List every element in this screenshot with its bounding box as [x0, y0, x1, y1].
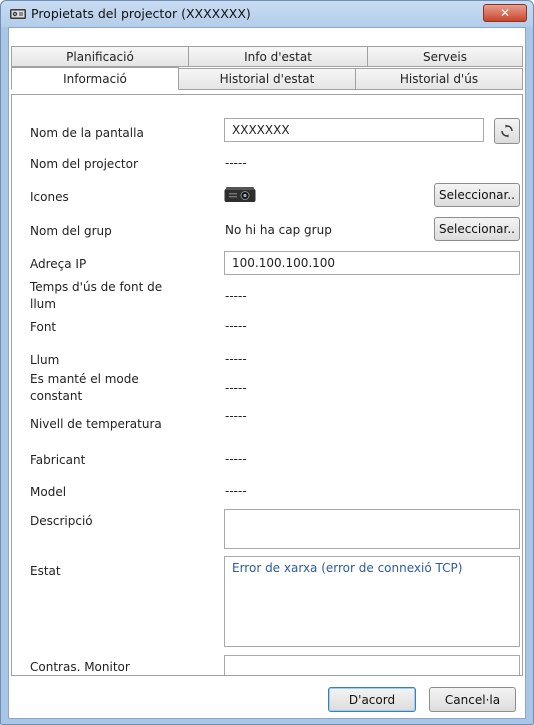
monitor-password-label: Contras. Monitor: [30, 660, 130, 674]
description-label: Descripció: [30, 514, 93, 528]
light-value: -----: [225, 352, 247, 366]
status-textarea[interactable]: Error de xarxa (error de connexió TCP): [224, 556, 520, 647]
projector-name-label: Nom del projector: [30, 157, 138, 171]
model-value: -----: [225, 484, 247, 498]
close-icon: ✕: [499, 6, 511, 20]
tab-serveis[interactable]: Serveis: [367, 46, 523, 67]
source-value: -----: [225, 319, 247, 333]
tab-historial-estat[interactable]: Historial d'estat: [178, 68, 356, 90]
light-hours-label-line2: llum: [30, 297, 56, 311]
tab-informacio[interactable]: Informació: [11, 67, 179, 90]
tab-historial-us[interactable]: Historial d'ús: [355, 68, 523, 90]
information-panel: Nom de la pantalla XXXXXXX Nom del proje…: [11, 94, 523, 676]
ip-address-input[interactable]: 100.100.100.100: [224, 251, 520, 275]
projector-name-value: -----: [225, 156, 247, 170]
tab-planificacio[interactable]: Planificació: [11, 46, 189, 67]
refresh-button[interactable]: [494, 118, 520, 144]
manufacturer-label: Fabricant: [30, 453, 86, 467]
select-group-button[interactable]: Seleccionar..: [434, 217, 520, 241]
tab-info-estat[interactable]: Info d'estat: [188, 46, 368, 67]
constant-mode-label-line1: Es manté el mode: [30, 372, 139, 386]
constant-mode-label-line2: constant: [30, 389, 83, 403]
manufacturer-value: -----: [225, 452, 247, 466]
icons-label: Icones: [30, 190, 69, 204]
projector-icon: [224, 187, 256, 202]
temperature-label: Nivell de temperatura: [30, 417, 162, 431]
refresh-icon: [501, 124, 513, 138]
light-hours-value: -----: [225, 289, 247, 303]
group-name-value: No hi ha cap grup: [225, 223, 332, 237]
title-bar[interactable]: Propietats del projector (XXXXXXX) ✕: [1, 1, 533, 27]
group-name-label: Nom del grup: [30, 224, 112, 238]
select-icon-button[interactable]: Seleccionar..: [434, 183, 520, 207]
light-label: Llum: [30, 353, 60, 367]
temperature-value: -----: [225, 409, 247, 423]
close-button[interactable]: ✕: [483, 4, 527, 22]
constant-mode-value: -----: [225, 381, 247, 395]
source-label: Font: [30, 320, 57, 334]
status-label: Estat: [30, 564, 61, 578]
cancel-button[interactable]: Cancel·la: [429, 687, 516, 712]
description-input[interactable]: [224, 509, 520, 549]
ip-address-label: Adreça IP: [30, 257, 87, 271]
window-title: Propietats del projector (XXXXXXX): [31, 6, 251, 21]
properties-dialog: Propietats del projector (XXXXXXX) ✕ Pla…: [0, 0, 534, 725]
dialog-content: Planificació Info d'estat Serveis Inform…: [8, 27, 526, 719]
light-hours-label-line1: Temps d'ús de font de: [30, 280, 163, 294]
projector-app-icon: [10, 9, 26, 19]
monitor-password-input[interactable]: [224, 655, 520, 675]
display-name-input[interactable]: XXXXXXX: [224, 118, 484, 142]
model-label: Model: [30, 485, 67, 499]
display-name-label: Nom de la pantalla: [30, 126, 144, 140]
ok-button[interactable]: D'acord: [328, 687, 416, 712]
